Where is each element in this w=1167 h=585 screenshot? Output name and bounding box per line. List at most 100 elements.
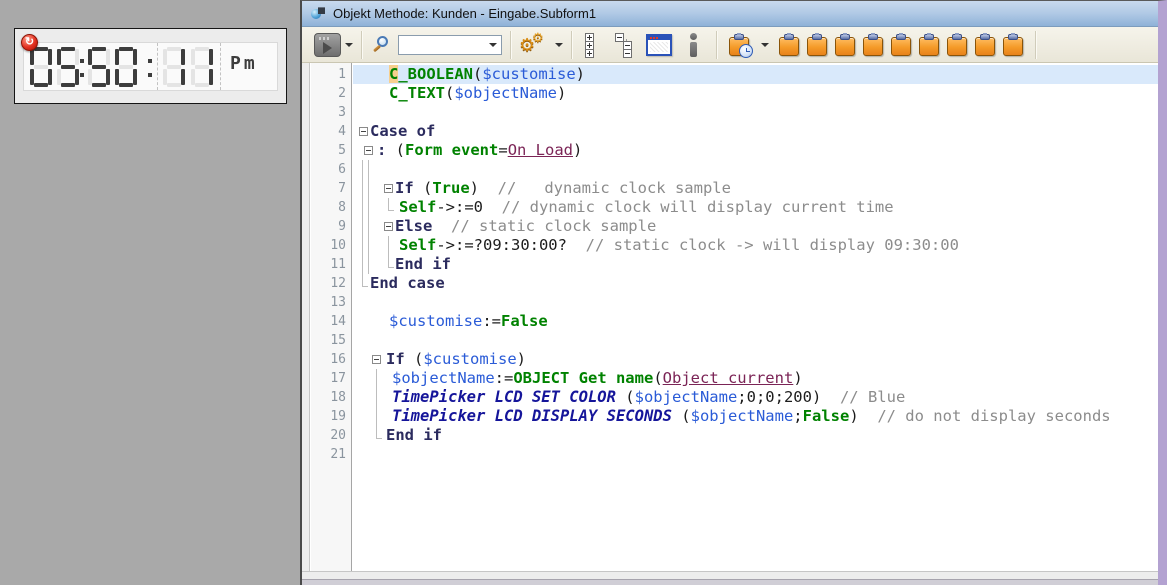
code-line-content (353, 103, 1158, 122)
macro-clipboard-icon[interactable] (863, 33, 883, 56)
code-line[interactable]: 12End case (302, 274, 1158, 293)
line-number: 8 (302, 198, 346, 217)
form-background-panel: ↻ Pm (0, 0, 300, 585)
macro-dropdown-arrow-icon[interactable] (761, 43, 769, 47)
line-number: 5 (302, 141, 346, 160)
code-text: End if (395, 255, 451, 274)
clock-overlay-icon (739, 44, 753, 58)
form-preview-icon[interactable] (646, 34, 672, 56)
code-line[interactable]: 4Case of (302, 122, 1158, 141)
run-icon (319, 37, 331, 40)
macro-clipboard-icon[interactable] (947, 33, 967, 56)
code-line[interactable]: 9Else // static clock sample (302, 217, 1158, 236)
code-line[interactable]: 3 (302, 103, 1158, 122)
fold-toggle-icon[interactable] (384, 184, 393, 193)
lcd-digit (163, 47, 185, 87)
lcd-digit (115, 47, 137, 87)
structure-corner (388, 255, 394, 268)
code-line[interactable]: 17$objectName:=OBJECT Get name(Object cu… (302, 369, 1158, 388)
toolbar-separator (1035, 31, 1036, 59)
code-line[interactable]: 18TimePicker LCD SET COLOR ($objectName;… (302, 388, 1158, 407)
code-line[interactable]: 8Self->:=0 // dynamic clock will display… (302, 198, 1158, 217)
line-number: 14 (302, 312, 346, 331)
toolbar: ⚙⚙ (302, 27, 1158, 63)
collapse-all-icon[interactable] (615, 33, 635, 57)
code-text: $objectName:=OBJECT Get name(Object curr… (392, 369, 803, 388)
toolbar-separator (571, 31, 572, 59)
macro-clipboard-icon[interactable] (779, 33, 799, 56)
code-line[interactable]: 11 End if (302, 255, 1158, 274)
toolbar-separator (716, 31, 717, 59)
code-text: End case (370, 274, 445, 293)
lcd-colon (148, 47, 152, 87)
fold-toggle-icon[interactable] (364, 146, 373, 155)
macro-clipboard-icon[interactable] (919, 33, 939, 56)
structure-corner (362, 274, 368, 287)
line-number: 15 (302, 331, 346, 350)
lcd-clock-widget[interactable]: ↻ Pm (14, 28, 287, 104)
fold-toggle-icon[interactable] (359, 127, 368, 136)
horizontal-scrollbar[interactable] (302, 571, 1158, 579)
screen: ↻ Pm Objekt Methode: Kunden - Eingabe.Su… (0, 0, 1167, 585)
code-line-content (353, 331, 1158, 350)
window-title: Objekt Methode: Kunden - Eingabe.Subform… (333, 6, 596, 21)
code-line-content: End case (353, 274, 1158, 293)
line-number: 7 (302, 179, 346, 198)
lcd-digit (88, 47, 110, 87)
line-number: 13 (302, 293, 346, 312)
code-line-content: $objectName:=OBJECT Get name(Object curr… (353, 369, 1158, 388)
code-text: If (True) // dynamic clock sample (395, 179, 731, 198)
code-line[interactable]: 15 (302, 331, 1158, 350)
line-number: 11 (302, 255, 346, 274)
code-line-content: C_TEXT($objectName) (353, 84, 1158, 103)
code-line[interactable]: 19TimePicker LCD DISPLAY SECONDS ($objec… (302, 407, 1158, 426)
gears-dropdown-arrow-icon[interactable] (555, 43, 563, 47)
structure-line (362, 160, 363, 179)
code-line[interactable]: 16If ($customise) (302, 350, 1158, 369)
macro-clipboard-icon[interactable] (1003, 33, 1023, 56)
code-line[interactable]: 1C_BOOLEAN($customise) (302, 65, 1158, 84)
macro-clipboard-icon[interactable] (975, 33, 995, 56)
settings-gears-icon[interactable]: ⚙⚙ (519, 32, 551, 58)
toolbar-separator (361, 31, 362, 59)
code-editor[interactable]: 1C_BOOLEAN($customise)2C_TEXT($objectNam… (302, 63, 1158, 571)
code-line-content: If ($customise) (353, 350, 1158, 369)
line-number: 3 (302, 103, 346, 122)
structure-line (362, 236, 363, 255)
structure-line (376, 369, 377, 388)
code-line[interactable]: 20End if (302, 426, 1158, 445)
lcd-digit (57, 47, 79, 87)
code-line[interactable]: 14$customise:=False (302, 312, 1158, 331)
search-combobox[interactable] (398, 35, 502, 55)
combo-dropdown-arrow-icon[interactable] (489, 43, 497, 47)
expand-all-icon[interactable] (585, 33, 605, 57)
code-line-content: If (True) // dynamic clock sample (353, 179, 1158, 198)
run-dropdown-arrow-icon[interactable] (345, 43, 353, 47)
window-titlebar[interactable]: Objekt Methode: Kunden - Eingabe.Subform… (302, 1, 1158, 27)
macro-clipboard-icon[interactable] (891, 33, 911, 56)
code-line[interactable]: 13 (302, 293, 1158, 312)
fold-toggle-icon[interactable] (372, 355, 381, 364)
structure-line (376, 388, 377, 407)
code-line[interactable]: 2C_TEXT($objectName) (302, 84, 1158, 103)
code-line[interactable]: 5: (Form event=On Load) (302, 141, 1158, 160)
structure-line (368, 255, 369, 274)
code-line[interactable]: 7 If (True) // dynamic clock sample (302, 179, 1158, 198)
macro-clipboard-icon[interactable] (835, 33, 855, 56)
structure-line (362, 179, 363, 198)
macro-clock-clipboard-icon[interactable] (729, 33, 749, 56)
code-text: If ($customise) (386, 350, 526, 369)
fold-toggle-icon[interactable] (384, 222, 393, 231)
structure-line (376, 407, 377, 426)
line-number: 20 (302, 426, 346, 445)
run-method-button[interactable] (314, 33, 341, 57)
lcd-digit (30, 47, 52, 87)
code-line[interactable]: 6 (302, 160, 1158, 179)
code-line[interactable]: 10Self->:=?09:30:00? // static clock -> … (302, 236, 1158, 255)
lcd-group-separator (220, 43, 221, 90)
code-line[interactable]: 21 (302, 445, 1158, 464)
code-text: Case of (370, 122, 435, 141)
info-icon[interactable] (688, 33, 698, 57)
macro-clipboard-icon[interactable] (807, 33, 827, 56)
structure-corner (376, 426, 382, 439)
